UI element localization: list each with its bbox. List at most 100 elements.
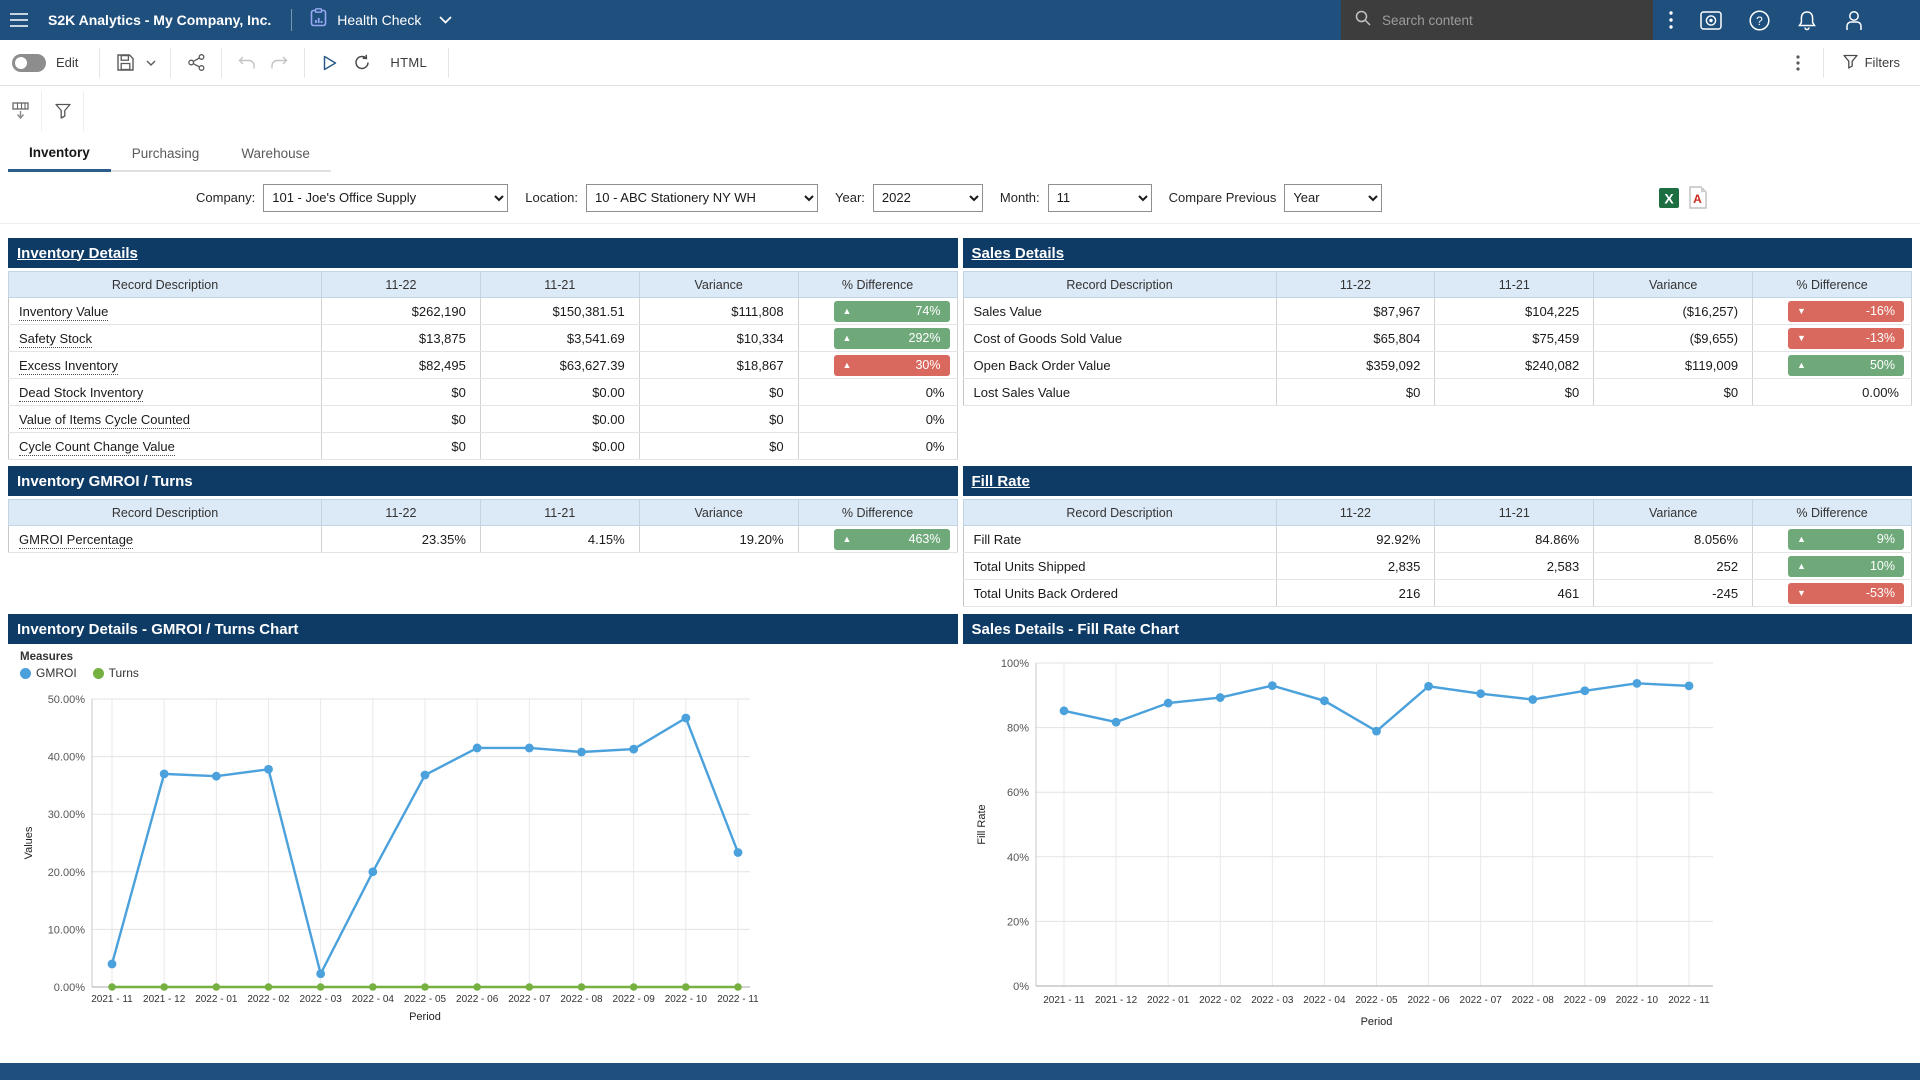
- data-point[interactable]: [526, 983, 534, 991]
- trend-badge: ▼-16%: [1788, 301, 1904, 322]
- refresh-icon[interactable]: [346, 47, 378, 79]
- save-icon[interactable]: [109, 47, 141, 79]
- data-point[interactable]: [629, 745, 638, 754]
- data-point[interactable]: [734, 848, 743, 857]
- data-point[interactable]: [1267, 681, 1276, 690]
- data-point[interactable]: [317, 983, 325, 991]
- data-point[interactable]: [734, 983, 742, 991]
- share-icon[interactable]: [180, 47, 212, 79]
- data-point[interactable]: [1580, 686, 1589, 695]
- data-point[interactable]: [1684, 681, 1693, 690]
- record-description[interactable]: Safety Stock: [19, 331, 92, 348]
- inventory-details-title[interactable]: Inventory Details: [17, 245, 138, 262]
- chart-canvas: 0%20%40%60%80%100%Fill Rate2021 - 112021…: [963, 647, 1913, 1037]
- prompt-toolbar-icon[interactable]: [0, 91, 42, 131]
- value-cell: $75,459: [1435, 325, 1594, 352]
- data-point[interactable]: [1059, 706, 1068, 715]
- svg-text:2022 - 11: 2022 - 11: [1668, 995, 1710, 1006]
- view-switcher[interactable]: Health Check: [310, 8, 452, 32]
- data-point[interactable]: [630, 983, 638, 991]
- arrow-down-icon: ▼: [1797, 589, 1806, 598]
- legend-item-turns[interactable]: Turns: [93, 666, 139, 680]
- difference-cell: 0%: [798, 433, 957, 460]
- data-point[interactable]: [681, 714, 690, 723]
- month-select[interactable]: 11: [1048, 184, 1152, 212]
- record-description[interactable]: Excess Inventory: [19, 358, 118, 375]
- data-point[interactable]: [578, 983, 586, 991]
- data-point[interactable]: [473, 983, 481, 991]
- value-cell: $0: [1276, 379, 1435, 406]
- menu-icon[interactable]: [0, 0, 38, 40]
- data-point[interactable]: [1476, 689, 1485, 698]
- data-point[interactable]: [1163, 699, 1172, 708]
- location-select[interactable]: 10 - ABC Stationery NY WH: [586, 184, 818, 212]
- data-point[interactable]: [1424, 682, 1433, 691]
- fill-rate-title[interactable]: Fill Rate: [972, 473, 1030, 490]
- help-icon[interactable]: ?: [1749, 10, 1770, 31]
- undo-icon[interactable]: [231, 47, 263, 79]
- data-point[interactable]: [265, 983, 273, 991]
- data-point[interactable]: [1632, 679, 1641, 688]
- overflow-menu-icon[interactable]: [1669, 11, 1673, 29]
- edit-toggle[interactable]: [12, 54, 46, 72]
- data-point[interactable]: [577, 748, 586, 757]
- data-point[interactable]: [1320, 696, 1329, 705]
- data-point[interactable]: [1528, 695, 1537, 704]
- data-point[interactable]: [1372, 727, 1381, 736]
- data-point[interactable]: [316, 969, 325, 978]
- sales-details-title[interactable]: Sales Details: [972, 245, 1065, 262]
- record-description[interactable]: Inventory Value: [19, 304, 108, 321]
- record-description[interactable]: Dead Stock Inventory: [19, 385, 143, 402]
- data-point[interactable]: [421, 771, 430, 780]
- year-select[interactable]: 2022: [873, 184, 983, 212]
- value-cell: 216: [1276, 580, 1435, 607]
- svg-text:60%: 60%: [1006, 787, 1028, 799]
- record-description[interactable]: Cycle Count Change Value: [19, 439, 175, 456]
- data-point[interactable]: [421, 983, 429, 991]
- y-axis-title: Fill Rate: [976, 804, 988, 844]
- data-point[interactable]: [525, 744, 534, 753]
- data-point[interactable]: [212, 772, 221, 781]
- company-select[interactable]: 101 - Joe's Office Supply: [263, 184, 508, 212]
- kebab-menu-icon[interactable]: [1782, 47, 1814, 79]
- tab-purchasing[interactable]: Purchasing: [111, 136, 221, 172]
- data-point[interactable]: [1111, 718, 1120, 727]
- data-point[interactable]: [160, 983, 168, 991]
- record-description[interactable]: Value of Items Cycle Counted: [19, 412, 190, 429]
- account-icon[interactable]: [1844, 10, 1864, 31]
- column-header: 11-22: [322, 272, 481, 298]
- prompt-filter-icon[interactable]: [42, 91, 84, 131]
- compare-previous-select[interactable]: Year: [1284, 184, 1382, 212]
- data-point[interactable]: [213, 983, 221, 991]
- search-input[interactable]: Search content: [1341, 0, 1653, 40]
- column-header: Variance: [639, 272, 798, 298]
- data-point[interactable]: [1215, 693, 1224, 702]
- column-header: % Difference: [1753, 500, 1912, 526]
- data-point[interactable]: [160, 769, 169, 778]
- html-mode-button[interactable]: HTML: [378, 55, 439, 70]
- filters-button[interactable]: Filters: [1833, 54, 1910, 72]
- redo-icon[interactable]: [263, 47, 295, 79]
- inventory-gmroi-table: Record Description11-2211-21Variance% Di…: [8, 499, 958, 553]
- data-point[interactable]: [473, 744, 482, 753]
- data-point[interactable]: [108, 983, 116, 991]
- data-point[interactable]: [369, 983, 377, 991]
- record-description[interactable]: GMROI Percentage: [19, 532, 133, 549]
- legend-item-gmroi[interactable]: GMROI: [20, 666, 77, 680]
- export-pdf-icon[interactable]: A: [1688, 186, 1708, 209]
- assistant-icon[interactable]: [1700, 11, 1722, 30]
- run-icon[interactable]: [314, 47, 346, 79]
- save-chevron-icon[interactable]: [141, 47, 161, 79]
- value-cell: 19.20%: [639, 526, 798, 553]
- data-point[interactable]: [682, 983, 690, 991]
- trend-badge: ▲9%: [1788, 529, 1904, 550]
- data-point[interactable]: [264, 765, 273, 774]
- data-point[interactable]: [108, 960, 117, 969]
- data-point[interactable]: [368, 867, 377, 876]
- svg-text:100%: 100%: [1000, 658, 1028, 670]
- notifications-icon[interactable]: [1797, 10, 1817, 31]
- tab-warehouse[interactable]: Warehouse: [220, 136, 331, 172]
- x-axis-title: Period: [1360, 1016, 1392, 1028]
- export-excel-icon[interactable]: X: [1658, 187, 1680, 209]
- tab-inventory[interactable]: Inventory: [8, 136, 111, 172]
